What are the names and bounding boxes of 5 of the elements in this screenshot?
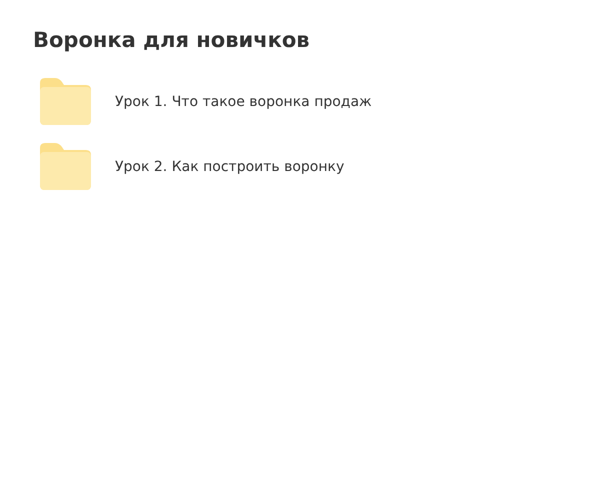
folder-icon[interactable] bbox=[40, 143, 91, 190]
folder-name[interactable]: Урок 1. Что такое воронка продаж bbox=[115, 94, 372, 110]
folder-icon[interactable] bbox=[40, 78, 91, 125]
page-title: Воронка для новичков bbox=[33, 27, 311, 54]
folder-name[interactable]: Урок 2. Как построить воронку bbox=[115, 158, 344, 174]
